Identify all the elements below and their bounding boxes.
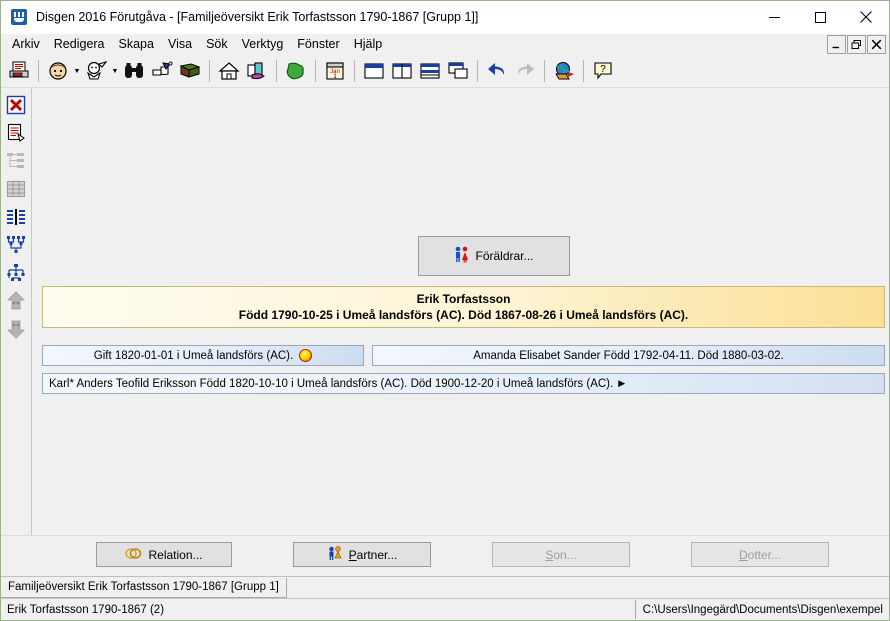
maximize-icon[interactable]	[797, 1, 843, 33]
menu-bar: Arkiv Redigera Skapa Visa Sök Verktyg Fö…	[1, 34, 889, 55]
internet-icon[interactable]	[550, 57, 578, 85]
person-details: Född 1790-10-25 i Umeå landsförs (AC). D…	[238, 308, 689, 322]
partner-couple-icon	[327, 546, 343, 563]
son-button-label: Son...	[545, 548, 576, 562]
person-search-dropdown-icon[interactable]: ▼	[110, 57, 120, 85]
dotter-button-label: Dotter...	[739, 548, 781, 562]
toolbar-separator	[38, 60, 39, 82]
partner-accesskey: P	[348, 547, 357, 562]
title-bar: Disgen 2016 Förutgåva - [Familjeöversikt…	[1, 1, 889, 34]
menu-item-skapa[interactable]: Skapa	[112, 35, 161, 54]
menu-item-hjalp[interactable]: Hjälp	[347, 35, 390, 54]
partner-button-rest: artner...	[356, 547, 398, 562]
disgen-app-icon[interactable]	[11, 9, 27, 25]
descendants-down-icon[interactable]	[3, 315, 29, 343]
dotter-accesskey: D	[738, 547, 748, 562]
places-icon[interactable]	[243, 57, 271, 85]
book-icon[interactable]	[176, 57, 204, 85]
window-vertical-tile-icon[interactable]	[388, 57, 416, 85]
mdi-restore-icon[interactable]	[847, 35, 866, 54]
menu-item-visa[interactable]: Visa	[161, 35, 199, 54]
relation-row[interactable]: Gift 1820-01-01 i Umeå landsförs (AC).	[42, 345, 364, 366]
mdi-tab-family-overview[interactable]: Familjeöversikt Erik Torfastsson 1790-18…	[1, 577, 287, 598]
sidebar	[1, 88, 32, 535]
action-button-bar: Relation... Partner... Son... Dotter...	[1, 535, 889, 576]
toolbar-separator	[315, 60, 316, 82]
tree-list-icon[interactable]	[3, 147, 29, 175]
body-region: Föräldrar... Erik Torfastsson Född 1790-…	[1, 88, 889, 535]
undo-icon[interactable]	[483, 57, 511, 85]
person-band[interactable]: Erik Torfastsson Född 1790-10-25 i Umeå …	[42, 286, 885, 328]
relation-marker-icon[interactable]	[299, 349, 313, 362]
person-search-icon[interactable]	[82, 57, 110, 85]
application-window: Disgen 2016 Förutgåva - [Familjeöversikt…	[0, 0, 890, 621]
child-expander-icon[interactable]: ▶	[618, 378, 625, 389]
window-cascade-icon[interactable]	[360, 57, 388, 85]
help-icon[interactable]: ?	[589, 57, 617, 85]
parents-button-label: Föräldrar...	[475, 249, 534, 263]
menu-item-verktyg[interactable]: Verktyg	[235, 35, 291, 54]
son-button: Son...	[492, 542, 630, 567]
toolbar-separator	[276, 60, 277, 82]
minimize-icon[interactable]	[751, 1, 797, 33]
window-arrange-icon[interactable]	[444, 57, 472, 85]
mdi-tab-bar: Familjeöversikt Erik Torfastsson 1790-18…	[1, 576, 889, 598]
person-face-dropdown-icon[interactable]: ▼	[72, 57, 82, 85]
binoculars-icon[interactable]	[120, 57, 148, 85]
person-face-icon[interactable]	[44, 57, 72, 85]
mdi-close-icon[interactable]	[867, 35, 886, 54]
family-overview-canvas: Föräldrar... Erik Torfastsson Född 1790-…	[32, 88, 889, 535]
dotter-button-rest: otter...	[747, 547, 782, 562]
toolbar-separator	[477, 60, 478, 82]
calendar-icon[interactable]: Jan 1	[321, 57, 349, 85]
family-overview-icon[interactable]	[3, 203, 29, 231]
status-current-person: Erik Torfastsson 1790-1867 (2)	[7, 603, 165, 616]
partner-button-label: Partner...	[349, 548, 398, 562]
toolbar-separator	[209, 60, 210, 82]
toolbar: ▼ ▼ Jan 1 ?	[1, 55, 889, 88]
table-view-icon[interactable]	[3, 175, 29, 203]
partner-row[interactable]: Amanda Elisabet Sander Född 1792-04-11. …	[372, 345, 885, 366]
svg-text:?: ?	[600, 64, 606, 75]
ancestors-up-icon[interactable]	[3, 287, 29, 315]
relation-text: Gift 1820-01-01 i Umeå landsförs (AC).	[93, 349, 294, 362]
status-bar: Erik Torfastsson 1790-1867 (2) C:\Users\…	[1, 598, 889, 620]
toolbar-separator	[583, 60, 584, 82]
home-icon[interactable]	[215, 57, 243, 85]
toolbar-separator	[354, 60, 355, 82]
window-title: Disgen 2016 Förutgåva - [Familjeöversikt…	[36, 10, 479, 24]
mdi-window-controls	[827, 35, 886, 54]
window-controls	[751, 1, 889, 33]
map-icon[interactable]	[282, 57, 310, 85]
relation-button-label: Relation...	[148, 547, 203, 562]
rings-icon	[125, 547, 142, 563]
ancestor-chart-icon[interactable]	[3, 231, 29, 259]
status-database-path: C:\Users\Ingegärd\Documents\Disgen\exemp…	[634, 600, 889, 619]
menu-item-fonster[interactable]: Fönster	[290, 35, 346, 54]
window-horizontal-tile-icon[interactable]	[416, 57, 444, 85]
parents-button[interactable]: Föräldrar...	[418, 236, 570, 276]
child-row[interactable]: Karl* Anders Teofild Eriksson Född 1820-…	[42, 373, 885, 394]
dotter-button: Dotter...	[691, 542, 829, 567]
relation-button[interactable]: Relation...	[96, 542, 232, 567]
partner-button[interactable]: Partner...	[293, 542, 431, 567]
menu-item-sok[interactable]: Sök	[199, 35, 235, 54]
notes-icon[interactable]	[3, 119, 29, 147]
child-text: Karl* Anders Teofild Eriksson Född 1820-…	[49, 377, 614, 390]
close-view-icon[interactable]	[3, 91, 29, 119]
son-button-rest: on...	[553, 547, 577, 562]
mdi-minimize-icon[interactable]	[827, 35, 846, 54]
menu-item-redigera[interactable]: Redigera	[47, 35, 112, 54]
person-name: Erik Torfastsson	[416, 292, 511, 306]
partner-text: Amanda Elisabet Sander Född 1792-04-11. …	[473, 349, 784, 362]
menu-item-arkiv[interactable]: Arkiv	[5, 35, 47, 54]
hand-pointer-icon[interactable]	[148, 57, 176, 85]
descendant-chart-icon[interactable]	[3, 259, 29, 287]
close-icon[interactable]	[843, 1, 889, 33]
print-icon[interactable]	[5, 57, 33, 85]
redo-icon[interactable]	[511, 57, 539, 85]
toolbar-separator	[544, 60, 545, 82]
parents-couple-icon	[454, 246, 469, 266]
